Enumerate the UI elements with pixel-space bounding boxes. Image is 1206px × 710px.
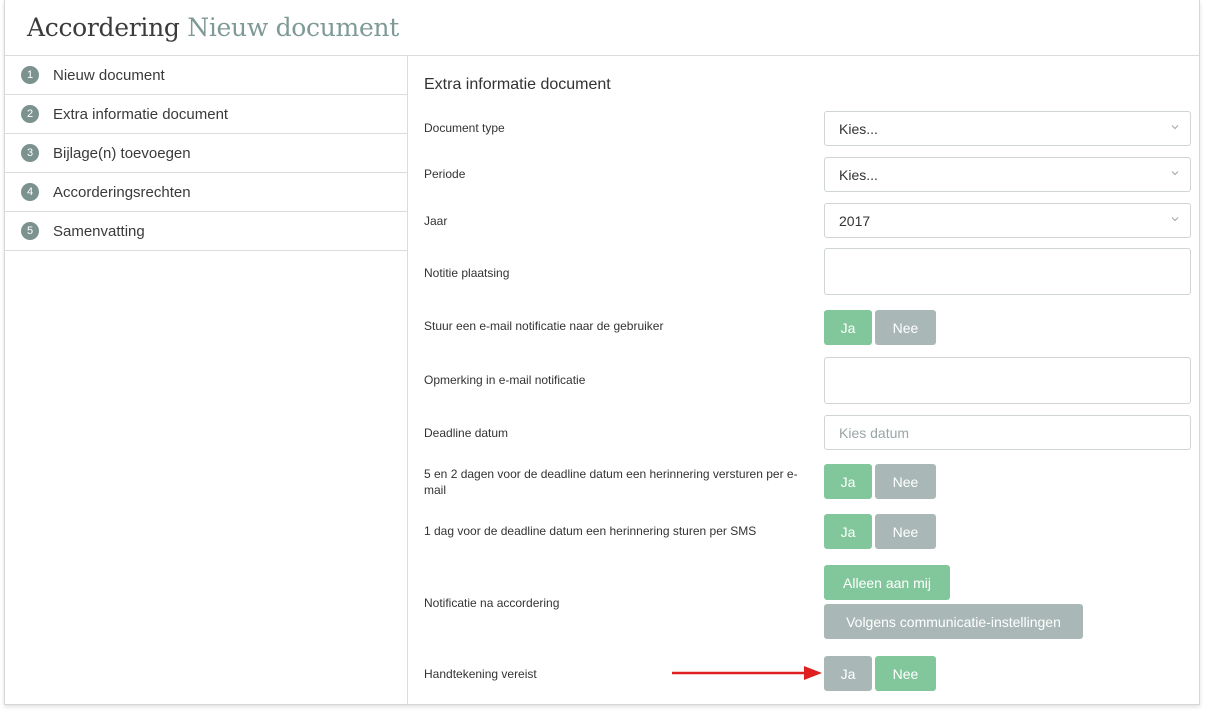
herinnering-email-ja-button[interactable]: Ja [824,464,872,499]
alleen-aan-mij-button[interactable]: Alleen aan mij [824,565,950,600]
document-type-label: Document type [424,121,505,135]
herinnering-sms-label: 1 dag voor de deadline datum een herinne… [424,524,757,538]
handtekening-nee-button[interactable]: Nee [875,656,936,691]
notitie-label: Notitie plaatsing [424,266,510,280]
step-number-badge: 3 [21,144,39,162]
step-number-badge: 5 [21,222,39,240]
sidebar-item-label: Nieuw document [53,66,165,84]
section-title: Extra informatie document [424,76,611,93]
notificatie-na-label: Notificatie na accordering [424,596,560,610]
sidebar-item-label: Extra informatie document [53,105,229,123]
jaar-label: Jaar [424,214,448,228]
volgens-communicatie-button[interactable]: Volgens communicatie-instellingen [824,604,1083,639]
herinnering-email-label: 5 en 2 dagen voor de deadline datum een … [424,467,798,497]
deadline-date-input[interactable]: Kies datum [824,415,1191,450]
steps-sidebar: 1 Nieuw document 2 Extra informatie docu… [4,56,408,705]
handtekening-ja-button[interactable]: Ja [824,656,872,691]
email-notificatie-label: Stuur een e-mail notificatie naar de geb… [424,319,664,333]
deadline-label: Deadline datum [424,426,509,440]
chevron-down-icon [1171,125,1179,130]
sidebar-item-extra-informatie[interactable]: 2 Extra informatie document [4,95,407,134]
notitie-input[interactable] [824,248,1191,295]
step-number-badge: 1 [21,66,39,84]
sidebar-item-accorderingsrechten[interactable]: 4 Accorderingsrechten [4,173,407,212]
herinnering-sms-ja-button[interactable]: Ja [824,514,872,549]
page-title-main: Accordering [27,13,180,42]
jaar-select[interactable]: 2017 [824,203,1191,238]
periode-value: Kies... [839,166,878,183]
document-type-value: Kies... [839,120,878,137]
herinnering-email-nee-button[interactable]: Nee [875,464,936,499]
sidebar-item-label: Accorderingsrechten [53,183,191,201]
periode-label: Periode [424,167,466,181]
sidebar-item-nieuw-document[interactable]: 1 Nieuw document [4,56,407,95]
chevron-down-icon [1171,171,1179,176]
sidebar-item-bijlagen[interactable]: 3 Bijlage(n) toevoegen [4,134,407,173]
red-arrow-annotation [672,666,822,680]
herinnering-sms-nee-button[interactable]: Nee [875,514,936,549]
page-header: Accordering Nieuw document [5,0,1199,56]
sidebar-item-samenvatting[interactable]: 5 Samenvatting [4,212,407,251]
step-number-badge: 2 [21,105,39,123]
jaar-value: 2017 [839,212,871,229]
page-title: Accordering Nieuw document [27,13,399,42]
document-type-select[interactable]: Kies... [824,111,1191,146]
sidebar-item-label: Bijlage(n) toevoegen [53,144,191,162]
email-notificatie-nee-button[interactable]: Nee [875,310,936,345]
page-title-subtitle: Nieuw document [187,13,399,42]
opmerking-label: Opmerking in e-mail notificatie [424,373,586,387]
opmerking-input[interactable] [824,357,1191,404]
sidebar-item-label: Samenvatting [53,222,145,240]
step-number-badge: 4 [21,183,39,201]
chevron-down-icon [1171,217,1179,222]
email-notificatie-ja-button[interactable]: Ja [824,310,872,345]
periode-select[interactable]: Kies... [824,157,1191,192]
